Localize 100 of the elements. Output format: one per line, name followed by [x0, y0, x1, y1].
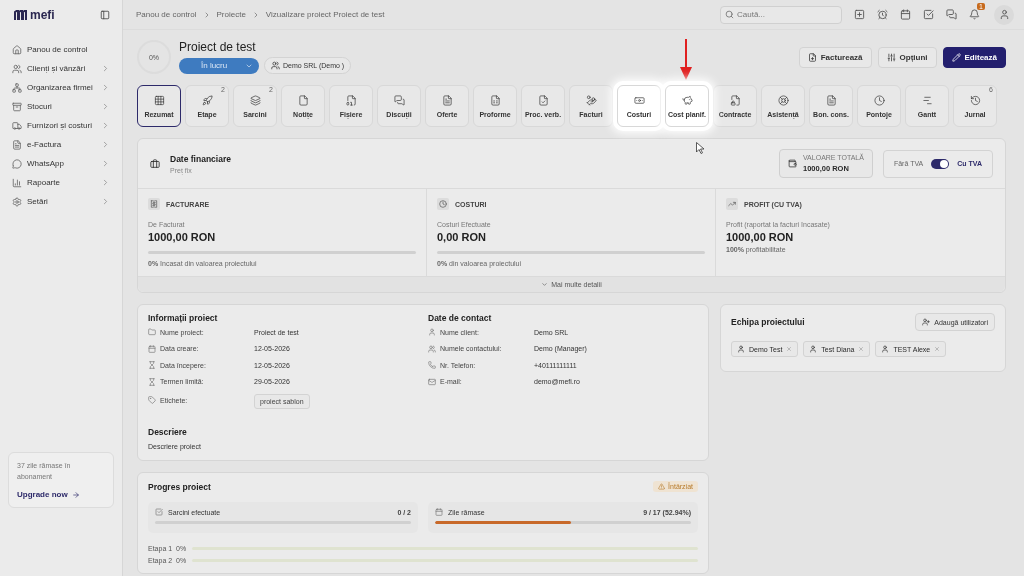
calendar-icon [435, 508, 443, 516]
action-button[interactable]: Facturează [798, 46, 872, 68]
chat-icon[interactable] [946, 9, 957, 20]
users-icon [12, 63, 22, 74]
document-icon [441, 94, 453, 106]
chevron-icon [101, 102, 110, 111]
sliders-icon [886, 52, 896, 62]
pencil-icon [951, 52, 961, 62]
chevron-icon [101, 159, 110, 168]
bell-icon[interactable] [969, 9, 980, 20]
sidebar-item[interactable]: Panou de control [8, 40, 114, 59]
settings-icon [12, 196, 22, 207]
archive-icon [12, 101, 22, 112]
sidebar-item[interactable]: Furnizori și costuri [8, 116, 114, 135]
collapse-sidebar-icon[interactable] [100, 10, 110, 20]
vat-switch[interactable] [931, 158, 950, 169]
calendar-icon[interactable] [900, 9, 911, 20]
user-icon [809, 345, 818, 353]
user-icon [737, 345, 745, 353]
avatar[interactable] [994, 4, 1014, 25]
checkbox-icon[interactable] [923, 9, 934, 20]
search-field[interactable]: Caută... [720, 5, 842, 24]
user-icon [998, 9, 1010, 20]
warning-icon [658, 483, 666, 490]
folder-icon [148, 328, 156, 337]
hand-coins-icon [585, 94, 597, 106]
chevron-icon [101, 121, 110, 130]
chat-icon [12, 158, 22, 169]
stat-value: 1000,00 RON [148, 231, 217, 243]
tag-icon [148, 396, 156, 404]
chevron-icon [101, 64, 110, 73]
spreadsheet-icon [489, 94, 501, 106]
truck-icon [12, 120, 22, 131]
sidebar-item[interactable]: e-Factura [8, 135, 114, 154]
sidebar-item[interactable]: Clienți și vânzări [8, 59, 114, 78]
stat-value: 0,00 RON [437, 231, 487, 243]
sidebar-item[interactable]: WhatsApp [8, 154, 114, 173]
hourglass-icon [148, 377, 156, 386]
section-title: Echipa proiectului [731, 317, 805, 327]
briefcase-icon [150, 158, 160, 169]
logo: mefi [14, 8, 55, 22]
sidebar-item[interactable]: Organizarea firmei [8, 78, 114, 97]
arrow-icon [71, 490, 80, 499]
wallet-icon [787, 159, 797, 168]
sidebar-item[interactable]: Setări [8, 192, 114, 211]
document-check-icon [537, 94, 549, 106]
breadcrumb-link[interactable]: Proiecte [216, 10, 246, 19]
history-icon [969, 94, 981, 106]
document-lock-icon [729, 94, 741, 106]
piggy-bank-icon [681, 94, 693, 106]
grid-icon [153, 94, 165, 106]
chevron-icon [101, 140, 110, 149]
alarm-clock-icon[interactable] [877, 9, 888, 20]
network-icon [12, 82, 22, 93]
sidebar-item[interactable]: Stocuri [8, 97, 114, 116]
chevron-icon [101, 197, 110, 206]
calendar-icon [148, 344, 156, 353]
cursor-icon [696, 142, 705, 154]
users-icon [428, 344, 436, 353]
chevron-icon [541, 281, 549, 288]
document-icon [825, 94, 837, 106]
chart-icon [12, 177, 22, 188]
sidebar-item[interactable]: Rapoarte [8, 173, 114, 192]
section-title: Informații proiect [148, 313, 219, 323]
chevron-icon [101, 83, 110, 92]
section-title: Progres proiect [148, 481, 211, 492]
users-icon [271, 61, 280, 70]
banknote-icon [633, 94, 645, 106]
hourglass-icon [148, 361, 156, 370]
chevron-icon [101, 178, 110, 187]
phone-icon [428, 361, 436, 370]
search-icon [725, 9, 734, 19]
mail-icon [428, 377, 436, 386]
document-icon [12, 139, 22, 150]
action-button[interactable]: Editează [942, 46, 1006, 68]
card-title: Date financiare [170, 153, 231, 164]
chat-icon [393, 94, 405, 106]
layers-icon [249, 94, 261, 106]
section-title: Date de contact [428, 313, 493, 323]
upgrade-link[interactable]: Upgrade now [17, 490, 105, 499]
breadcrumb-link[interactable]: Panou de control [136, 10, 197, 19]
plus-icon[interactable] [854, 9, 865, 20]
stat-value: 1000,00 RON [726, 231, 795, 243]
arrow-annotation [679, 39, 693, 81]
rocket-icon [201, 94, 213, 106]
document-icon [807, 52, 817, 62]
file-icon [345, 94, 357, 106]
home-icon [12, 44, 22, 55]
action-button[interactable]: Opțiuni [877, 46, 937, 68]
file-icon [297, 94, 309, 106]
gantt-icon [921, 94, 933, 106]
project-title: Proiect de test [179, 40, 257, 54]
user-icon [881, 345, 890, 353]
user-icon [428, 328, 436, 337]
status-dropdown[interactable]: În lucru [179, 57, 259, 74]
user-plus-icon [922, 318, 931, 326]
lifebuoy-icon [777, 94, 789, 106]
checkbox-icon [155, 508, 163, 516]
clock-icon [873, 94, 885, 106]
section-title: Descriere [148, 427, 188, 437]
